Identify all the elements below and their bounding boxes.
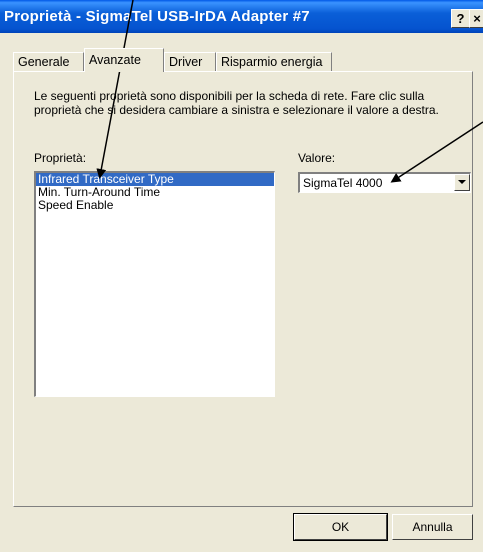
property-label: Proprietà: (34, 151, 87, 165)
list-item-speed-enable[interactable]: Speed Enable (36, 199, 274, 212)
tab-generale[interactable]: Generale (13, 52, 84, 71)
properties-dialog: Proprietà - SigmaTel USB-IrDA Adapter #7… (0, 0, 483, 552)
value-dropdown[interactable]: SigmaTel 4000 (298, 172, 471, 193)
tab-driver[interactable]: Driver (164, 52, 216, 71)
ok-button[interactable]: OK (293, 513, 388, 541)
window-title: Proprietà - SigmaTel USB-IrDA Adapter #7 (4, 8, 310, 25)
value-dropdown-selected: SigmaTel 4000 (303, 176, 383, 190)
cancel-button[interactable]: Annulla (392, 514, 473, 540)
dropdown-arrow-button[interactable] (454, 174, 470, 191)
title-bar[interactable]: Proprietà - SigmaTel USB-IrDA Adapter #7… (0, 0, 483, 33)
chevron-down-icon (458, 180, 466, 184)
property-listbox[interactable]: Infrared Transceiver Type Min. Turn-Arou… (34, 171, 275, 397)
tab-avanzate[interactable]: Avanzate (84, 48, 164, 72)
close-button[interactable]: × (469, 9, 483, 28)
tab-strip: Generale Avanzate Driver Risparmio energ… (13, 48, 473, 72)
help-button[interactable]: ? (451, 9, 470, 28)
tab-risparmio-energia[interactable]: Risparmio energia (216, 52, 332, 71)
value-label: Valore: (298, 151, 336, 165)
description-text: Le seguenti proprietà sono disponibili p… (34, 89, 439, 117)
